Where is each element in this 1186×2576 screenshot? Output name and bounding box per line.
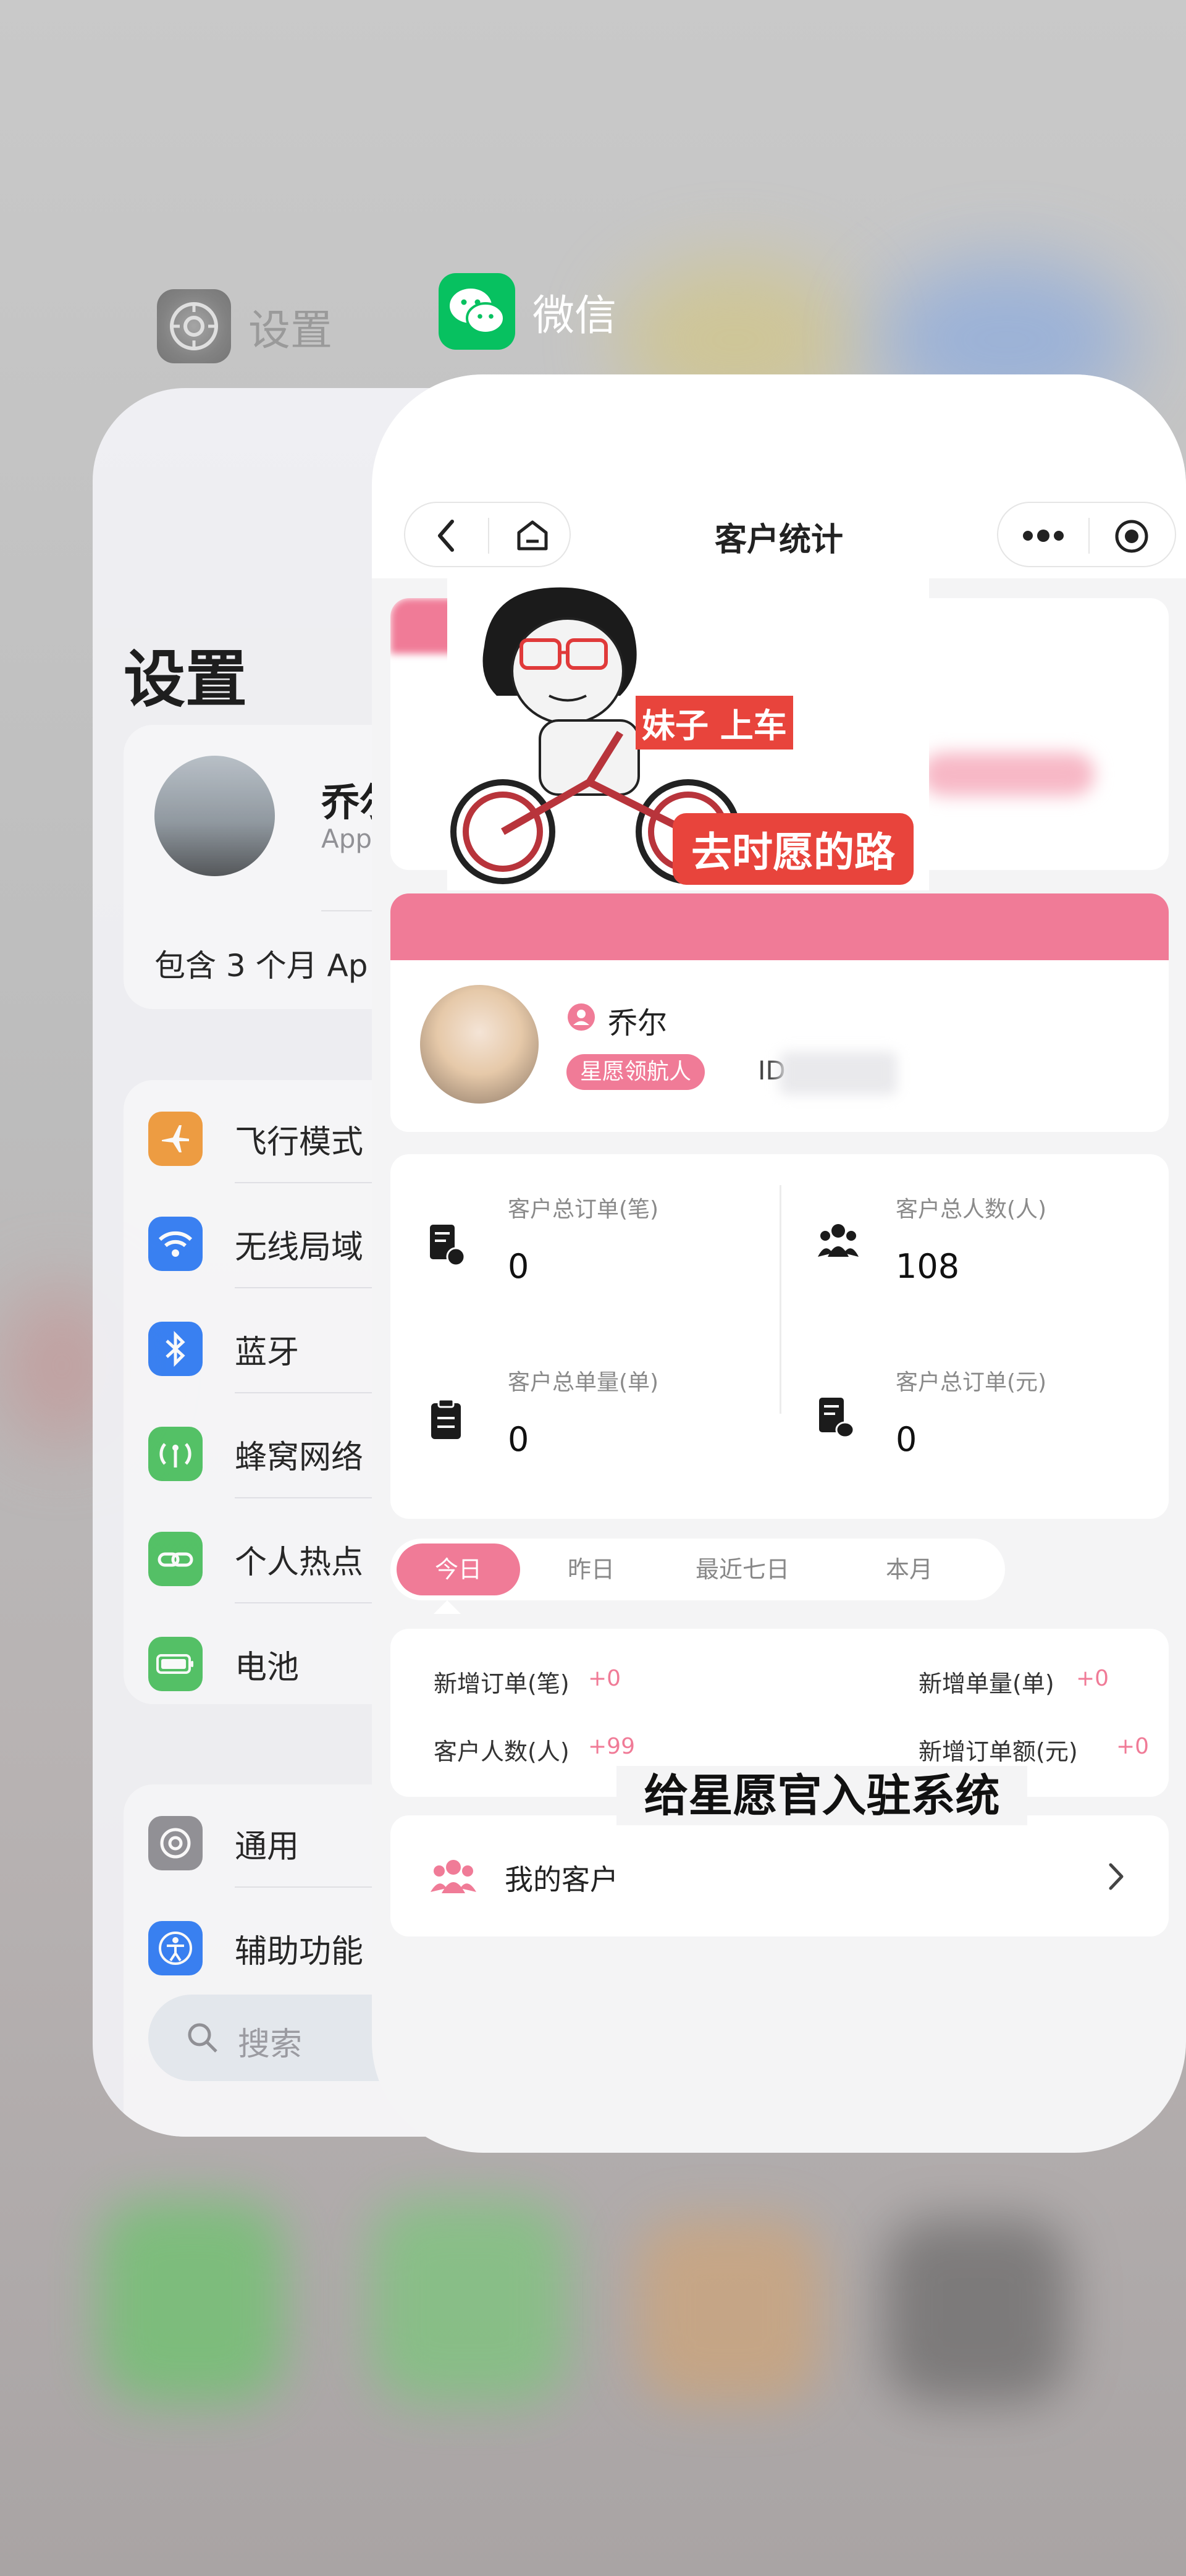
battery-icon [148,1637,203,1691]
search-icon [188,2023,217,2053]
settings-row-label: 飞行模式 [235,1123,364,1161]
settings-row-label: 蜂窝网络 [235,1438,364,1476]
avatar [420,985,539,1104]
stats-card: 客户总订单(笔) 0 客户总人数(人) 108 客户总单量(单) 0 客户总订单… [390,1154,1169,1519]
wifi-icon [148,1217,203,1271]
clipboard-icon [431,1398,461,1439]
stat-label: 客户总人数(人) [896,1197,1047,1222]
profile-name: 乔尔 [608,1006,668,1041]
id-value-redacted [780,1052,897,1095]
accessibility-icon [148,1921,203,1975]
sticker-caption-bottom: 去时愿的路 [673,813,914,885]
wechat-icon [439,273,515,350]
summary-value: +0 [1076,1666,1109,1691]
my-customers-label: 我的客户 [505,1863,618,1896]
summary-label: 新增订单(笔) [434,1670,570,1697]
app-label-settings[interactable]: 设置 [157,289,332,363]
tab-pointer [434,1600,461,1614]
settings-row-label: 电池 [235,1649,300,1686]
stat-value: 0 [896,1420,917,1459]
page-title: 设置 [124,643,247,716]
stat-label: 客户总订单(笔) [508,1197,659,1222]
summary-value: +0 [588,1666,621,1691]
close-miniprogram-icon[interactable] [1113,518,1150,555]
stat-label: 客户总单量(单) [508,1370,659,1395]
app-name-wechat: 微信 [532,291,617,340]
settings-row-label: 个人热点 [235,1543,364,1581]
dock-app-camera [883,2218,1069,2404]
money-doc-icon [819,1398,855,1438]
banner-blur [922,753,1095,796]
bluetooth-icon [148,1322,203,1376]
summary-label: 客户人数(人) [434,1738,570,1765]
user-icon [568,1003,595,1031]
hotspot-icon [148,1532,203,1586]
order-doc-icon [430,1225,466,1267]
profile-header-bar [390,893,1169,961]
users-icon [818,1224,859,1257]
settings-row-label: 通用 [235,1828,300,1865]
stat-label: 客户总订单(元) [896,1370,1047,1395]
profile-card[interactable]: 乔尔 星愿领航人 ID [390,960,1169,1132]
tab-this-month[interactable]: 本月 [835,1539,983,1600]
wechat-app-card[interactable]: 客户统计 妹子 上车 去时愿的路 乔尔 星愿领航人 ID 客户总订单(笔) 0 … [372,374,1186,2153]
cellular-icon [148,1427,203,1481]
stat-value: 108 [896,1247,960,1286]
gear-icon [148,1816,203,1870]
app-name-settings: 设置 [248,306,333,355]
role-badge: 星愿领航人 [566,1054,705,1090]
nav-capsule-right [997,502,1176,567]
summary-label: 新增订单额(元) [919,1738,1078,1765]
airplane-icon [148,1112,203,1166]
settings-row-label: 辅助功能 [235,1933,364,1970]
avatar [154,756,275,876]
tab-today[interactable]: 今日 [397,1543,520,1595]
settings-row-label: 无线局域 [235,1228,364,1266]
chevron-right-icon [1109,1863,1124,1890]
tab-last-seven-days[interactable]: 最近七日 [662,1539,823,1600]
stat-value: 0 [508,1420,529,1459]
dock-app-messages [371,2200,568,2404]
dock-app-photos [636,2218,822,2404]
search-placeholder: 搜索 [238,2026,303,2063]
settings-row-label: 蓝牙 [235,1333,300,1371]
period-tabs: 今日 昨日 最近七日 本月 [390,1539,1005,1600]
sticker-caption-top: 妹子 上车 [636,696,793,750]
overlay-caption: 给星愿官入驻系统 [616,1766,1027,1825]
customers-icon [431,1860,476,1893]
more-icon[interactable] [1022,526,1065,545]
summary-label: 新增单量(单) [919,1670,1054,1697]
app-label-wechat[interactable]: 微信 [439,273,616,350]
divider [780,1185,781,1414]
tab-yesterday[interactable]: 昨日 [532,1539,650,1600]
stat-value: 0 [508,1247,529,1286]
divider [1088,518,1090,554]
sticker-image: 妹子 上车 去时愿的路 [447,572,929,890]
summary-value: +99 [588,1734,635,1759]
plan-text: 包含 3 个月 Ap [154,948,368,984]
gear-icon [157,289,231,363]
dock-app-phone [99,2200,284,2404]
summary-value: +0 [1116,1734,1150,1759]
my-customers-row[interactable]: 我的客户 [390,1815,1169,1936]
